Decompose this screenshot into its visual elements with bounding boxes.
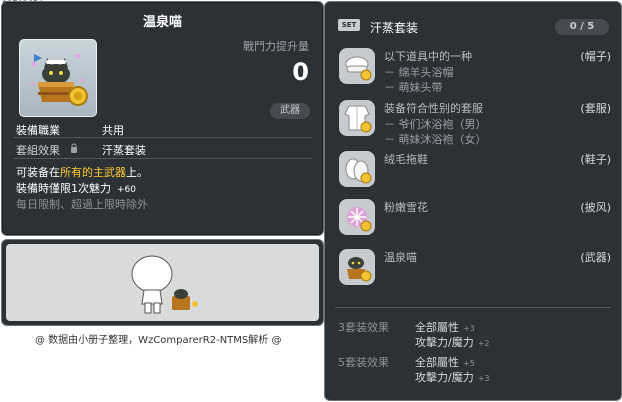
item-tooltip: 温泉喵 戰鬥力提升量 0 武器 裝備職業 共用 套組效果 汗蒸套装 可装备在所有… [1, 1, 324, 236]
set-item-option: － 萌妹沐浴袍（女） [384, 133, 487, 146]
set-item-name: 粉嫩雪花 [384, 201, 428, 214]
set-item-option: － 绵羊头浴帽 [384, 66, 454, 79]
set-item-shoes[interactable]: 绒毛拖鞋 (鞋子) [339, 151, 611, 191]
divider [335, 307, 611, 308]
set-item-slot: (武器) [580, 251, 611, 264]
hat-icon [339, 48, 375, 84]
set-item-slot: (帽子) [580, 50, 611, 63]
set-count-badge: 0 / 5 [555, 19, 609, 35]
stat-value: +5 [463, 359, 475, 368]
set-item-hat[interactable]: 以下道具中的一种 － 绵羊头浴帽 － 萌妹头带 (帽子) [339, 48, 611, 94]
power-increase-value: 0 [292, 58, 309, 86]
cat-bucket-icon [339, 249, 375, 285]
set-item-slot: (鞋子) [580, 153, 611, 166]
set-badge: SET [338, 19, 360, 31]
set-effect-5-label: 5套装效果 [338, 356, 389, 369]
divider [13, 158, 312, 159]
set-item-name: 温泉喵 [384, 251, 417, 264]
stat-name: 全部屬性 [415, 356, 459, 369]
desc-pre: 可装备在 [16, 166, 60, 179]
equip-description: 可装备在所有的主武器上。 [16, 164, 148, 180]
set-item-cape[interactable]: 粉嫩雪花 (披风) [339, 199, 611, 239]
set-item-name: 以下道具中的一种 [384, 50, 472, 63]
stat-value: +3 [477, 374, 490, 383]
charm-value: +60 [117, 185, 136, 195]
preview-stage [6, 244, 319, 321]
item-icon-frame [19, 39, 97, 117]
set-item-outfit[interactable]: 装备符合性别的套服 － 爷们沐浴袍（男） － 萌妹沐浴袍（女） (套服) [339, 100, 611, 146]
snowflake-cape-icon [339, 199, 375, 235]
job-label: 裝備職業 [16, 124, 60, 137]
set-item-slot: (披风) [580, 201, 611, 214]
set-effect-5-stat: 攻擊力/魔力 +3 [415, 369, 490, 385]
job-value: 共用 [102, 124, 124, 137]
character-preview [1, 239, 324, 326]
set-effect-5-stat: 全部屬性 +5 [415, 354, 475, 370]
slippers-icon [339, 151, 375, 187]
limit-text: 每日限制、超過上限時除外 [16, 198, 148, 211]
divider [13, 137, 312, 138]
set-item-weapon[interactable]: 温泉喵 (武器) [339, 249, 611, 289]
set-item-name: 装备符合性别的套服 [384, 102, 483, 115]
charm-line: 裝備時僅限1次魅力 +60 [16, 180, 136, 196]
stat-name: 攻擊力/魔力 [415, 371, 474, 384]
item-name: 温泉喵 [142, 15, 182, 30]
set-effect-3-stat: 攻擊力/魔力 +2 [415, 334, 490, 350]
stat-value: +3 [463, 324, 475, 333]
set-item-option: － 萌妹头带 [384, 81, 443, 94]
set-panel: SET 汗蒸套装 0 / 5 以下道具中的一种 － 绵羊头浴帽 － 萌妹头带 (… [324, 1, 622, 401]
charm-text: 裝備時僅限1次魅力 [16, 182, 111, 195]
character-avatar [131, 255, 198, 314]
set-item-name: 绒毛拖鞋 [384, 153, 428, 166]
set-effect-3-label: 3套装效果 [338, 321, 389, 334]
power-increase-label: 戰鬥力提升量 [243, 40, 309, 53]
stat-value: +2 [477, 339, 490, 348]
cat-bucket-icon [30, 54, 88, 106]
stat-name: 全部屬性 [415, 321, 459, 334]
set-title: 汗蒸套装 [370, 21, 419, 35]
set-effect-value[interactable]: 汗蒸套装 [102, 142, 146, 158]
set-effect-label: 套組效果 [16, 144, 60, 157]
set-item-slot: (套服) [580, 102, 611, 115]
desc-post: 上。 [126, 166, 148, 179]
desc-highlight: 所有的主武器 [60, 166, 126, 179]
lock-icon [71, 143, 77, 153]
set-item-option: － 爷们沐浴袍（男） [384, 118, 487, 131]
bathrobe-icon [339, 100, 375, 136]
data-source-footer: @ 数据由小册子整理，WzComparerR2-NTMS解析 @ [35, 335, 282, 346]
stat-name: 攻擊力/魔力 [415, 336, 474, 349]
set-effect-3-stat: 全部屬性 +3 [415, 319, 475, 335]
category-badge: 武器 [270, 103, 310, 119]
